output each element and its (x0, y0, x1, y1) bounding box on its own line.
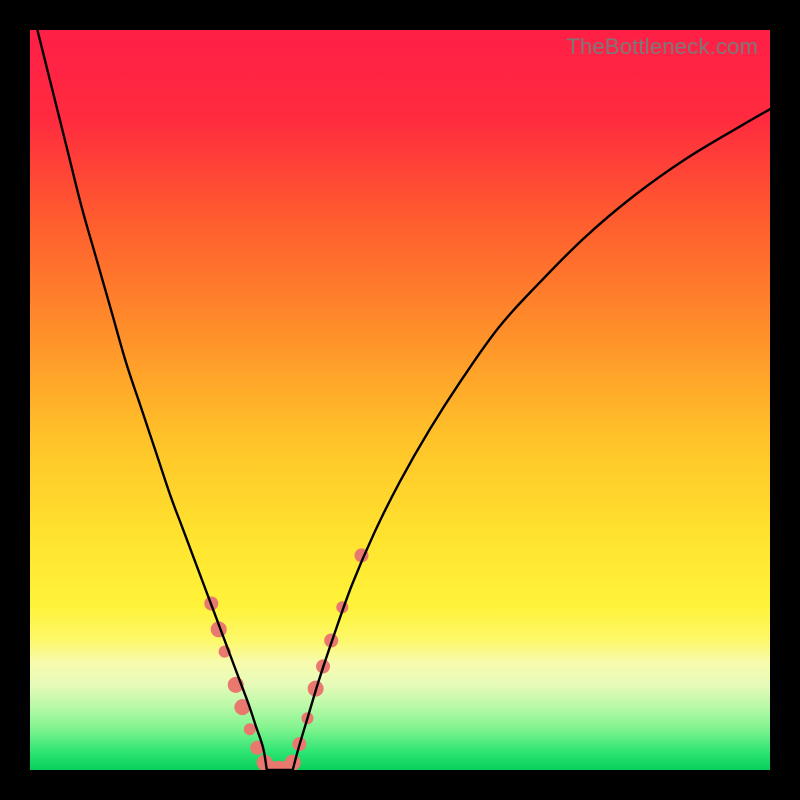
highlight-dot (244, 723, 256, 735)
bottleneck-curve (37, 30, 770, 770)
marker-layer (204, 548, 368, 770)
chart-frame: TheBottleneck.com (0, 0, 800, 800)
plot-area: TheBottleneck.com (30, 30, 770, 770)
curve-layer (30, 30, 770, 770)
